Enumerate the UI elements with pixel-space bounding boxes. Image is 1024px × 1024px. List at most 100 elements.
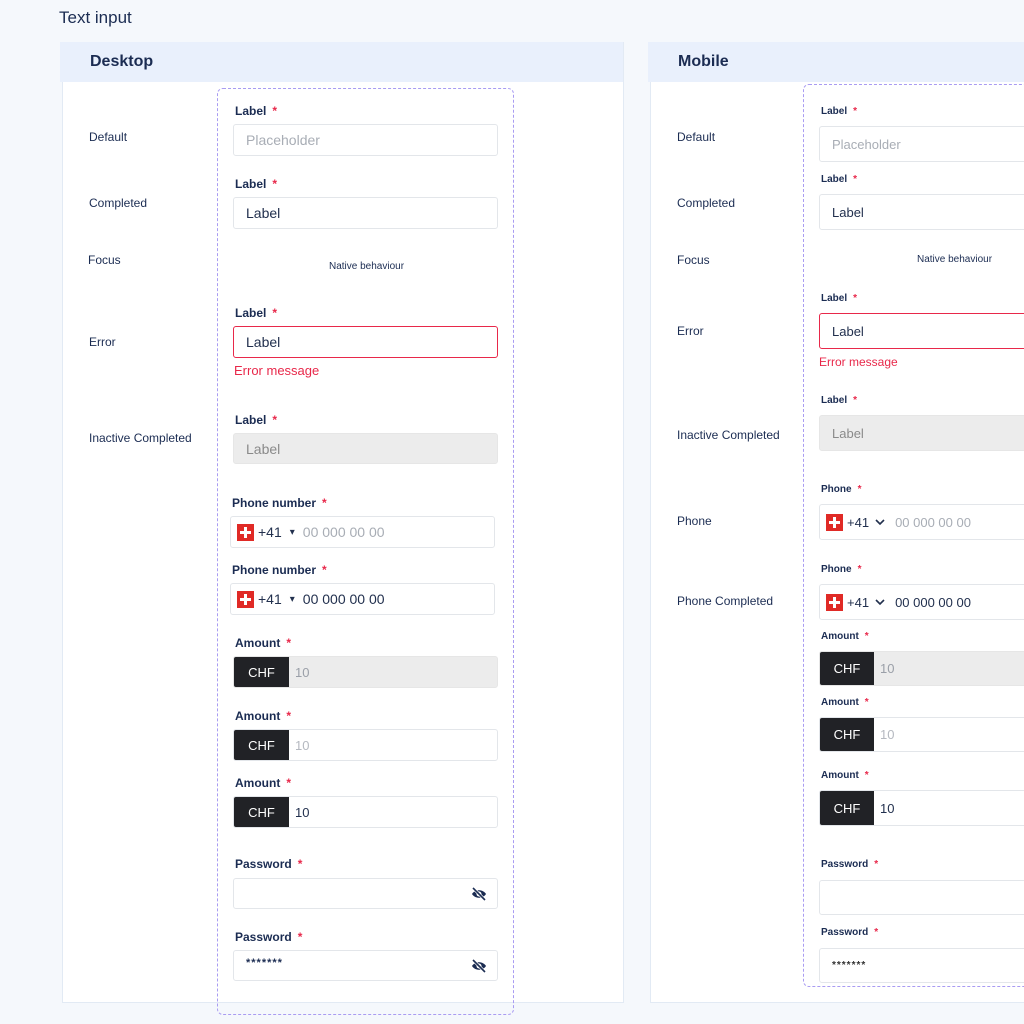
required-asterisk: * [322,496,327,510]
label-text: Password [821,927,869,938]
row-label-phone-completed: Phone Completed [677,594,774,608]
amount-inactive-input: CHF 10 [819,651,1024,686]
password-completed-input[interactable]: ******* [819,948,1024,983]
currency-prefix: CHF [820,718,874,751]
field-label: Label * [235,413,277,427]
label-text: Amount [235,709,281,723]
currency-prefix: CHF [234,797,289,827]
error-text-input[interactable]: Label [233,326,498,358]
label-text: Amount [821,697,859,708]
row-label-inactive-completed: Inactive Completed [89,431,192,445]
required-asterisk: * [297,857,303,871]
field-label: Password * [821,927,878,938]
row-label-focus: Focus [88,253,121,267]
country-code[interactable]: +41 [847,515,869,530]
label-text: Label [821,293,848,304]
label-text: Phone number [232,496,317,510]
label-text: Amount [235,776,281,790]
currency-prefix: CHF [234,730,289,760]
eye-off-icon[interactable] [471,958,487,973]
swiss-flag-icon[interactable] [237,590,254,608]
password-input[interactable] [819,880,1024,915]
phone-completed-input[interactable]: +41 ▾ 00 000 00 00 [230,583,495,615]
row-label-default: Default [89,130,128,144]
completed-text-input[interactable]: Label [819,194,1024,230]
field-label: Label * [821,395,857,406]
country-code[interactable]: +41 [258,591,282,607]
required-asterisk: * [272,413,278,427]
input-value: Label [832,425,864,441]
swiss-flag-icon[interactable] [826,513,843,531]
default-text-input[interactable]: Placeholder [819,126,1024,162]
field-label: Label * [235,104,277,118]
label-text: Amount [235,636,281,650]
input-value: Label [246,205,281,221]
required-asterisk: * [857,564,862,575]
eye-off-icon[interactable] [471,886,487,901]
input-value: ******* [832,960,867,971]
password-input[interactable] [233,878,498,909]
label-text: Amount [821,770,859,781]
country-code[interactable]: +41 [258,524,282,540]
default-text-input[interactable]: Placeholder [233,124,498,156]
input-value: ******* [246,956,283,969]
country-code[interactable]: +41 [847,595,869,610]
field-label: Label * [235,177,277,191]
input-value: Label [832,323,864,339]
field-label: Amount * [235,636,291,650]
field-label: Phone number * [232,563,327,577]
chevron-down-icon[interactable] [875,517,885,527]
phone-completed-input[interactable]: +41 00 000 00 00 [819,584,1024,620]
field-label: Label * [821,293,857,304]
row-label-completed: Completed [89,196,148,210]
amount-default-input[interactable]: CHF 10 [233,729,498,761]
error-message: Error message [234,363,320,378]
error-text-input[interactable]: Label [819,313,1024,349]
field-label: Phone * [821,564,861,575]
label-text: Label [235,104,267,118]
label-text: Phone [821,564,852,575]
required-asterisk: * [853,174,858,185]
required-asterisk: * [853,106,858,117]
required-asterisk: * [864,631,869,642]
required-asterisk: * [864,697,869,708]
inactive-text-input: Label [233,433,498,464]
swiss-flag-icon[interactable] [237,523,254,541]
mobile-title: Mobile [678,53,729,70]
focus-native-note: Native behaviour [917,254,993,265]
password-completed-input[interactable]: ******* [233,950,498,981]
label-text: Label [821,106,848,117]
chevron-down-icon[interactable]: ▾ [290,594,295,605]
amount-completed-input[interactable]: CHF 10 [819,790,1024,826]
label-text: Label [235,413,267,427]
swiss-flag-icon[interactable] [826,593,843,611]
field-label: Amount * [821,697,869,708]
row-label-default: Default [677,130,716,144]
mobile-card-header: Mobile [648,42,1024,82]
currency-prefix: CHF [820,652,874,685]
completed-text-input[interactable]: Label [233,197,498,229]
label-text: Amount [821,631,859,642]
required-asterisk: * [853,293,858,304]
phone-input[interactable]: +41 ▾ 00 000 00 00 [230,516,495,548]
required-asterisk: * [272,104,278,118]
row-label-completed: Completed [677,196,736,210]
required-asterisk: * [874,859,879,870]
field-label: Amount * [235,709,291,723]
input-value: Label [246,440,281,457]
phone-input[interactable]: +41 00 000 00 00 [819,504,1024,540]
currency-prefix: CHF [234,657,289,687]
required-asterisk: * [322,563,327,577]
amount-completed-input[interactable]: CHF 10 [233,796,498,828]
focus-native-note: Native behaviour [329,261,405,272]
required-asterisk: * [272,306,278,320]
input-value: 10 [295,664,310,680]
label-text: Password [821,859,869,870]
chevron-down-icon[interactable]: ▾ [290,527,295,538]
required-asterisk: * [286,636,291,650]
input-placeholder: 10 [880,727,895,742]
input-value: Label [832,204,864,220]
chevron-down-icon[interactable] [875,597,885,607]
amount-inactive-input: CHF 10 [233,656,498,688]
amount-default-input[interactable]: CHF 10 [819,717,1024,752]
